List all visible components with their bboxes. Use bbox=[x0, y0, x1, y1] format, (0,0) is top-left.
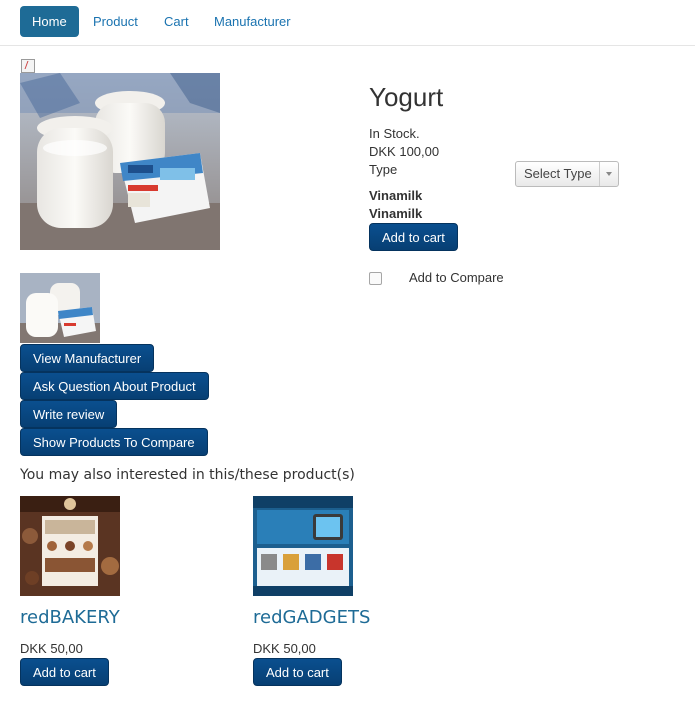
related-product-image[interactable] bbox=[20, 496, 120, 596]
related-product-name[interactable]: redBAKERY bbox=[20, 607, 120, 628]
type-label: Type bbox=[369, 162, 398, 177]
manufacturer-name: Vinamilk bbox=[369, 206, 423, 221]
related-add-to-cart-button[interactable]: Add to cart bbox=[20, 658, 109, 686]
nav-manufacturer[interactable]: Manufacturer bbox=[202, 6, 303, 37]
chevron-down-icon bbox=[606, 172, 612, 176]
related-add-to-cart-button[interactable]: Add to cart bbox=[253, 658, 342, 686]
product-image[interactable] bbox=[20, 73, 220, 250]
product-thumbnail[interactable] bbox=[20, 273, 100, 343]
product-price: DKK 100,00 bbox=[369, 144, 440, 159]
ask-question-button[interactable]: Ask Question About Product bbox=[20, 372, 209, 400]
compare-label: Add to Compare bbox=[409, 270, 504, 285]
related-heading: You may also interested in this/these pr… bbox=[20, 467, 355, 483]
write-review-button[interactable]: Write review bbox=[20, 400, 118, 428]
top-nav: Home Product Cart Manufacturer bbox=[0, 0, 695, 46]
nav-cart[interactable]: Cart bbox=[152, 6, 201, 37]
related-product-name[interactable]: redGADGETS bbox=[253, 607, 370, 628]
related-product-price: DKK 50,00 bbox=[20, 641, 83, 656]
view-manufacturer-button[interactable]: View Manufacturer bbox=[20, 344, 155, 372]
manufacturer-name: Vinamilk bbox=[369, 188, 423, 203]
type-select[interactable]: Select Type bbox=[515, 161, 619, 187]
show-compare-button[interactable]: Show Products To Compare bbox=[20, 428, 208, 456]
nav-product[interactable]: Product bbox=[81, 6, 150, 37]
stock-status: In Stock. bbox=[369, 126, 420, 141]
related-product-image[interactable] bbox=[253, 496, 353, 596]
related-product-price: DKK 50,00 bbox=[253, 641, 316, 656]
nav-home[interactable]: Home bbox=[20, 6, 79, 37]
type-select-value: Select Type bbox=[524, 166, 592, 181]
add-to-cart-button[interactable]: Add to cart bbox=[369, 223, 458, 251]
compare-checkbox[interactable] bbox=[369, 272, 382, 285]
product-title: Yogurt bbox=[369, 82, 444, 112]
broken-image-icon bbox=[20, 58, 36, 74]
